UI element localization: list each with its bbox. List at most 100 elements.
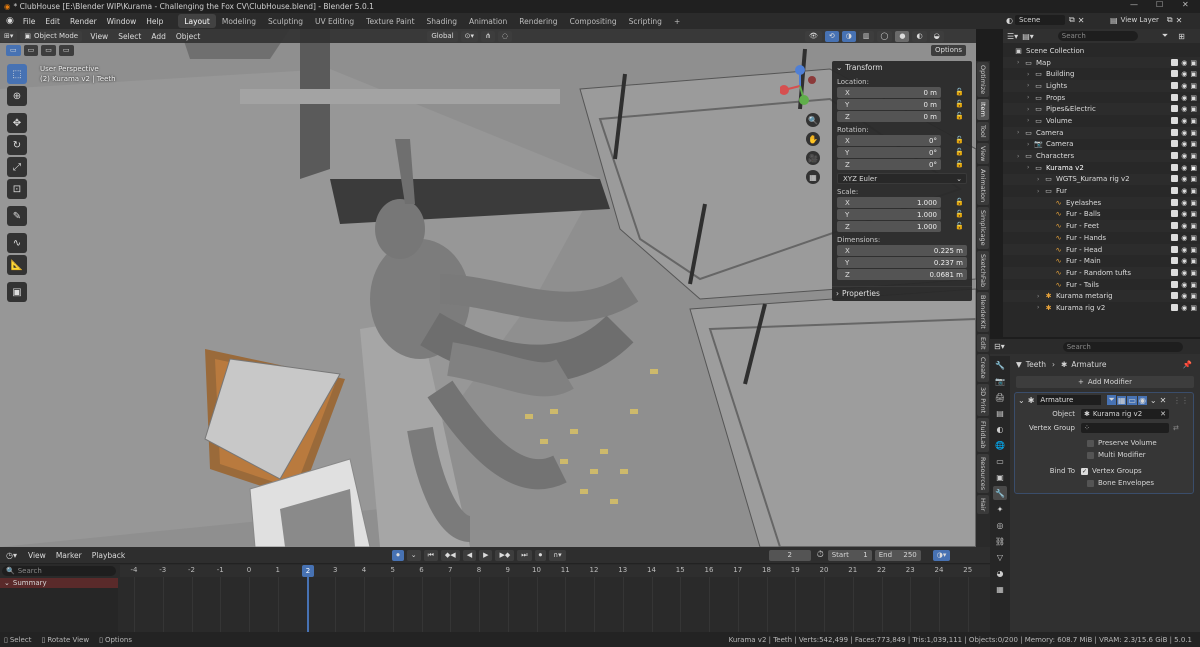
cursor-tool-icon[interactable]: ⊕ (7, 86, 27, 106)
select-invert-icon[interactable]: ▭ (58, 44, 74, 56)
outliner-row[interactable]: › ▭ Characters ◉ ▣ (1003, 150, 1200, 162)
menu-file[interactable]: File (18, 13, 41, 29)
exclude-checkbox[interactable] (1171, 128, 1179, 136)
navigation-gizmo[interactable] (779, 64, 820, 108)
exclude-checkbox[interactable] (1171, 70, 1179, 78)
shading-rendered-icon[interactable]: ◒ (929, 30, 944, 42)
menu-edit[interactable]: Edit (40, 13, 65, 29)
eye-icon[interactable]: ◉ (1181, 117, 1187, 125)
eye-icon[interactable]: ◉ (1181, 152, 1187, 160)
modifier-tab-icon[interactable]: 🔧 (993, 486, 1007, 500)
render-camera-icon[interactable]: ▣ (1190, 199, 1197, 207)
scene-tab-icon[interactable]: ◐ (993, 422, 1007, 436)
lock-icon[interactable]: 🔓 (955, 160, 964, 168)
outliner-row[interactable]: ∿ Fur - Tails ◉ ▣ (1003, 279, 1200, 291)
exclude-checkbox[interactable] (1171, 198, 1179, 206)
dropdown-icon[interactable]: ⌄ (1150, 396, 1157, 405)
render-camera-icon[interactable]: ▣ (1190, 82, 1197, 90)
outliner-row[interactable]: › ✱ Kurama rig v2 ◉ ▣ (1003, 302, 1200, 314)
render-camera-icon[interactable]: ▣ (1190, 246, 1197, 254)
multi-modifier-row[interactable]: Multi Modifier (1015, 449, 1193, 461)
xray-icon[interactable]: ▥ (858, 30, 874, 42)
exclude-checkbox[interactable] (1171, 268, 1179, 276)
overlay-toggle-icon[interactable]: ◑ (841, 30, 856, 42)
minimize-icon[interactable]: — (1130, 0, 1138, 9)
side-tab-view[interactable]: View (977, 142, 989, 165)
outliner-row[interactable]: › ▭ Camera ◉ ▣ (1003, 126, 1200, 139)
delete-scene-icon[interactable]: ✕ (1078, 16, 1085, 25)
timeline-grid[interactable] (120, 547, 990, 632)
location-x-field[interactable]: X0 m (837, 87, 941, 98)
outliner-row[interactable]: › ✱ Kurama metarig ◉ ▣ (1003, 290, 1200, 303)
zoom-icon[interactable]: 🔍 (806, 113, 820, 127)
render-camera-icon[interactable]: ▣ (1190, 269, 1197, 277)
tab-animation[interactable]: Animation (463, 14, 513, 28)
side-tab-3d-print[interactable]: 3D Print (977, 384, 989, 417)
bone-envelopes-checkbox[interactable] (1087, 479, 1094, 487)
physics-tab-icon[interactable]: ◎ (993, 518, 1007, 532)
eye-icon[interactable]: ◉ (1181, 70, 1187, 78)
object-field[interactable]: ✱ Kurama rig v2 ✕ (1081, 409, 1169, 419)
disclosure-triangle-icon[interactable]: › (1017, 59, 1024, 66)
proportional-edit-icon[interactable]: ◌ (497, 30, 513, 42)
outliner-row[interactable]: › ▭ Volume ◉ ▣ (1003, 115, 1200, 127)
exclude-checkbox[interactable] (1171, 116, 1179, 124)
measure-tool-icon[interactable]: ∿ (7, 233, 27, 253)
properties-editor-icon[interactable]: ⊟▾ (994, 342, 1005, 351)
exclude-checkbox[interactable] (1171, 175, 1179, 183)
filter-icon[interactable]: ⏷ (1162, 31, 1168, 41)
scale-z-field[interactable]: Z 1.000 (837, 221, 941, 232)
eye-icon[interactable]: ◉ (1181, 129, 1187, 137)
render-camera-icon[interactable]: ▣ (1190, 234, 1197, 242)
vertex-filter-icon[interactable]: ⏷ (1107, 395, 1116, 405)
outliner-row[interactable]: › 📷 Camera ◉ ▣ (1003, 139, 1200, 151)
view-layer-tab-icon[interactable]: ▤ (993, 406, 1007, 420)
disclosure-triangle-icon[interactable]: › (1027, 106, 1034, 113)
chevron-down-icon[interactable]: ⌄ (1018, 396, 1025, 405)
scale-tool-icon[interactable]: ⤢ (7, 157, 27, 177)
tab-shading[interactable]: Shading (421, 14, 463, 28)
side-tab-resources[interactable]: Resources (977, 453, 989, 493)
timeline-editor-icon[interactable]: ◷▾ (6, 551, 17, 560)
dimensions-x-field[interactable]: X 0.225 m (837, 245, 967, 256)
annotate-tool-icon[interactable]: ✎ (7, 206, 27, 226)
ruler-tool-icon[interactable]: 📐 (7, 255, 27, 275)
tab-modeling[interactable]: Modeling (216, 14, 262, 28)
texture-tab-icon[interactable]: ▦ (993, 582, 1007, 596)
outliner-row[interactable]: › ▭ Building ◉ ▣ (1003, 68, 1200, 80)
outliner-row[interactable]: › ▭ Kurama v2 ◉ ▣ (1003, 162, 1200, 174)
shading-solid-icon[interactable]: ● (895, 30, 910, 42)
orientation-dropdown[interactable]: Global (427, 30, 458, 42)
rotation-y-field[interactable]: Y 0° (837, 147, 941, 158)
eye-icon[interactable]: ◉ (1181, 140, 1187, 148)
render-camera-icon[interactable]: ▣ (1190, 175, 1197, 183)
exclude-checkbox[interactable] (1171, 93, 1179, 101)
menu-render[interactable]: Render (65, 13, 102, 29)
select-subtract-icon[interactable]: ▭ (41, 44, 56, 56)
exclude-checkbox[interactable] (1171, 303, 1179, 311)
outliner-row[interactable]: › ▭ WGTS_Kurama rig v2 ◉ ▣ (1003, 173, 1200, 186)
render-camera-icon[interactable]: ▣ (1190, 129, 1197, 137)
eye-icon[interactable]: ◉ (1181, 175, 1187, 183)
disclosure-triangle-icon[interactable]: › (1017, 153, 1024, 160)
render-camera-icon[interactable]: ▣ (1190, 292, 1197, 300)
multi-modifier-checkbox[interactable] (1087, 451, 1094, 459)
scene-name-field[interactable]: Scene (1014, 15, 1065, 25)
rotation-x-field[interactable]: X 0° (837, 135, 941, 146)
disclosure-triangle-icon[interactable]: › (1017, 129, 1024, 136)
summary-channel[interactable]: ⌄ Summary (0, 578, 118, 588)
exclude-checkbox[interactable] (1171, 257, 1179, 265)
tab-sculpting[interactable]: Sculpting (262, 14, 309, 28)
ortho-grid-icon[interactable]: ▦ (806, 170, 820, 184)
render-display-icon[interactable]: ◉ (1137, 395, 1147, 405)
outliner-row[interactable]: ∿ Fur - Feet ◉ ▣ (1003, 220, 1200, 232)
side-tab-simplicage[interactable]: Simplicage (977, 207, 989, 249)
dimensions-y-field[interactable]: Y 0.237 m (837, 257, 967, 268)
properties-panel-header[interactable]: › Properties (832, 286, 972, 299)
eye-icon[interactable]: ◉ (1181, 199, 1187, 207)
pivot-icon[interactable]: ⊙▾ (460, 30, 479, 42)
edit-mode-icon[interactable]: ▦ (1116, 395, 1127, 405)
lock-icon[interactable]: 🔓 (955, 88, 964, 96)
eye-icon[interactable]: ◉ (1181, 281, 1187, 289)
disclosure-triangle-icon[interactable]: › (1037, 304, 1044, 311)
